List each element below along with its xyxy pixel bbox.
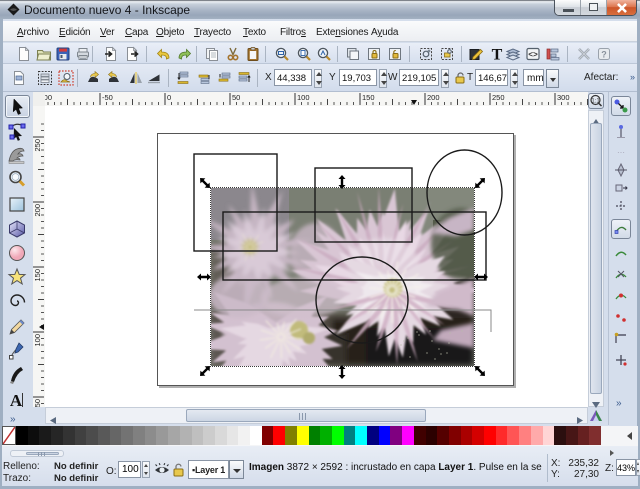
svg-text:100: 100	[33, 334, 42, 347]
svg-text:-50: -50	[102, 93, 113, 102]
svg-text:150: 150	[33, 269, 42, 282]
svg-text:250: 250	[33, 139, 42, 152]
svg-text:<>: <>	[528, 51, 538, 60]
svg-text:A: A	[10, 391, 23, 410]
svg-text:200: 200	[427, 93, 440, 102]
svg-text:-100: -100	[45, 93, 52, 102]
svg-text:200: 200	[33, 204, 42, 217]
svg-text:?: ?	[601, 50, 607, 60]
svg-text:300: 300	[557, 93, 570, 102]
svg-text:0: 0	[167, 93, 171, 102]
svg-text:150: 150	[362, 93, 375, 102]
svg-text:50: 50	[33, 399, 42, 407]
svg-text:T: T	[492, 47, 503, 63]
svg-text:50: 50	[232, 93, 240, 102]
svg-text:250: 250	[492, 93, 505, 102]
svg-text:⋯: ⋯	[617, 148, 625, 157]
svg-text:100: 100	[297, 93, 310, 102]
